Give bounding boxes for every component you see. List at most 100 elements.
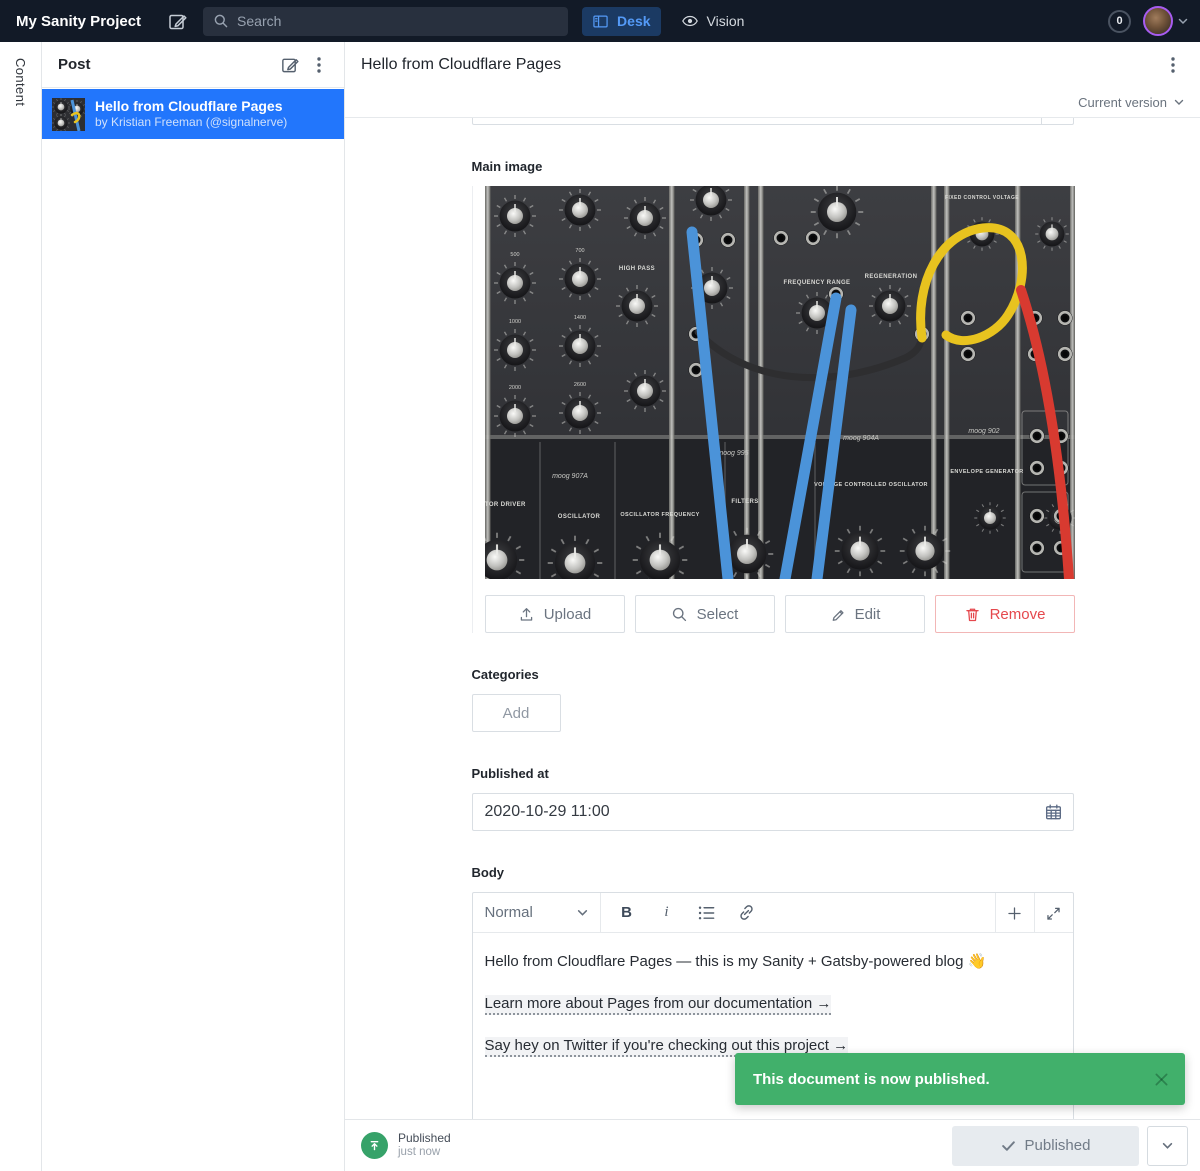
workspace: Content Post <box>0 42 1200 1171</box>
calendar-icon[interactable] <box>1044 803 1063 822</box>
content-rail: Content <box>0 42 42 1171</box>
svg-text:1000: 1000 <box>508 319 520 325</box>
compose-icon <box>280 55 299 74</box>
document-menu-button[interactable] <box>1158 50 1188 80</box>
insert-block-button[interactable] <box>995 893 1034 933</box>
svg-text:FIXED CONTROL VOLTAGE: FIXED CONTROL VOLTAGE <box>945 195 1019 201</box>
bullet-list-icon <box>697 903 716 922</box>
user-avatar[interactable] <box>1143 6 1173 36</box>
field-published-at: Published at <box>472 766 1074 831</box>
svg-text:moog 995: moog 995 <box>717 450 748 457</box>
svg-text:FILTERS: FILTERS <box>731 499 758 505</box>
svg-text:1400: 1400 <box>573 315 585 321</box>
search-input[interactable] <box>237 13 558 29</box>
fullscreen-button[interactable] <box>1034 893 1073 933</box>
post-item-subtitle: by Kristian Freeman (@signalnerve) <box>95 115 287 130</box>
field-main-image: Main image <box>472 159 1074 633</box>
document-pane: Hello from Cloudflare Pages Current vers… <box>345 42 1200 1171</box>
published-at-label: Published at <box>472 766 1074 781</box>
document-scroll-area[interactable]: Main image <box>345 118 1200 1119</box>
add-category-button[interactable]: Add <box>472 694 561 732</box>
upload-button[interactable]: Upload <box>485 595 625 633</box>
svg-text:OSCILLATOR FREQUENCY: OSCILLATOR FREQUENCY <box>620 512 699 518</box>
publish-time: just now <box>398 1146 451 1160</box>
upload-label: Upload <box>544 606 592 623</box>
document-header: Hello from Cloudflare Pages <box>345 42 1200 88</box>
upload-icon <box>518 606 535 623</box>
compose-icon <box>167 11 187 31</box>
document-title: Hello from Cloudflare Pages <box>361 56 1158 74</box>
post-list-header: Post <box>42 42 344 88</box>
synthesizer-photo: HIGH PASS FREQUENCY RANGE REGENERATION F… <box>485 186 1075 579</box>
compose-button[interactable] <box>167 11 187 31</box>
chevron-down-icon <box>1174 99 1184 106</box>
desk-icon <box>592 13 609 30</box>
body-link-documentation[interactable]: Learn more about Pages from our document… <box>485 995 832 1015</box>
editor-toolbar: Normal B i <box>473 893 1073 933</box>
search-icon <box>213 13 229 29</box>
tab-vision-label: Vision <box>707 13 745 29</box>
svg-text:OSCILLATOR: OSCILLATOR <box>557 514 600 520</box>
field-categories: Categories Add <box>472 667 1074 732</box>
remove-button[interactable]: Remove <box>935 595 1075 633</box>
paragraph-style-select[interactable]: Normal <box>473 893 601 932</box>
eye-icon <box>681 12 699 30</box>
categories-label: Categories <box>472 667 1074 682</box>
plus-icon <box>1006 905 1023 922</box>
svg-text:ENVELOPE GENERATOR: ENVELOPE GENERATOR <box>950 469 1023 475</box>
pane-menu-button[interactable] <box>304 50 334 80</box>
publish-status-icon <box>361 1132 388 1159</box>
new-post-button[interactable] <box>274 50 304 80</box>
publish-toast: This document is now published. <box>735 1053 1185 1105</box>
svg-text:moog 904A: moog 904A <box>843 435 879 442</box>
edit-button[interactable]: Edit <box>785 595 925 633</box>
search-icon <box>671 606 688 623</box>
edit-label: Edit <box>855 606 881 623</box>
svg-text:FREQUENCY RANGE: FREQUENCY RANGE <box>783 280 850 286</box>
svg-text:REGENERATION: REGENERATION <box>864 274 917 280</box>
version-selector[interactable]: Current version <box>345 88 1200 118</box>
post-list-pane: Post <box>42 42 345 1171</box>
italic-button[interactable]: i <box>647 893 687 933</box>
trash-icon <box>964 606 981 623</box>
select-label: Select <box>697 606 739 623</box>
toast-close-button[interactable] <box>1154 1072 1169 1087</box>
svg-text:HIGH PASS: HIGH PASS <box>618 266 654 272</box>
pencil-icon <box>829 606 846 623</box>
expand-icon <box>1045 905 1062 922</box>
content-rail-label[interactable]: Content <box>13 58 28 1171</box>
format-buttons: B i <box>601 893 995 932</box>
post-item-title: Hello from Cloudflare Pages <box>95 98 287 115</box>
chevron-down-icon <box>577 909 588 917</box>
post-list-item[interactable]: Hello from Cloudflare Pages by Kristian … <box>42 89 344 139</box>
published-at-input[interactable] <box>472 793 1074 831</box>
svg-text:700: 700 <box>575 248 584 254</box>
publish-menu-button[interactable] <box>1147 1126 1188 1166</box>
tab-vision[interactable]: Vision <box>671 7 755 36</box>
bullet-list-button[interactable] <box>687 893 727 933</box>
main-image-preview[interactable]: HIGH PASS FREQUENCY RANGE REGENERATION F… <box>485 186 1075 579</box>
tab-desk[interactable]: Desk <box>582 7 660 36</box>
svg-text:moog 902: moog 902 <box>968 428 999 435</box>
style-select-value: Normal <box>485 904 533 921</box>
search-bar[interactable] <box>203 7 568 36</box>
bold-button[interactable]: B <box>607 893 647 933</box>
main-image-label: Main image <box>472 159 1074 174</box>
editor-action-buttons <box>995 893 1073 932</box>
remove-label: Remove <box>990 606 1046 623</box>
link-icon <box>737 903 756 922</box>
project-title: My Sanity Project <box>16 13 141 30</box>
tab-desk-label: Desk <box>617 13 650 29</box>
select-button[interactable]: Select <box>635 595 775 633</box>
body-paragraph: Hello from Cloudflare Pages — this is my… <box>485 951 1061 972</box>
kebab-menu-icon <box>1171 57 1175 73</box>
publish-button[interactable]: Published <box>952 1126 1139 1166</box>
clipped-title-input[interactable] <box>472 118 1074 125</box>
svg-text:2000: 2000 <box>508 385 520 391</box>
svg-text:500: 500 <box>510 252 519 258</box>
link-button[interactable] <box>727 893 767 933</box>
user-menu-chevron-icon[interactable] <box>1178 18 1188 25</box>
svg-text:moog 907A: moog 907A <box>552 473 588 480</box>
document-footer: Published just now Published <box>345 1119 1200 1171</box>
error-count-badge[interactable]: 0 <box>1108 10 1131 33</box>
